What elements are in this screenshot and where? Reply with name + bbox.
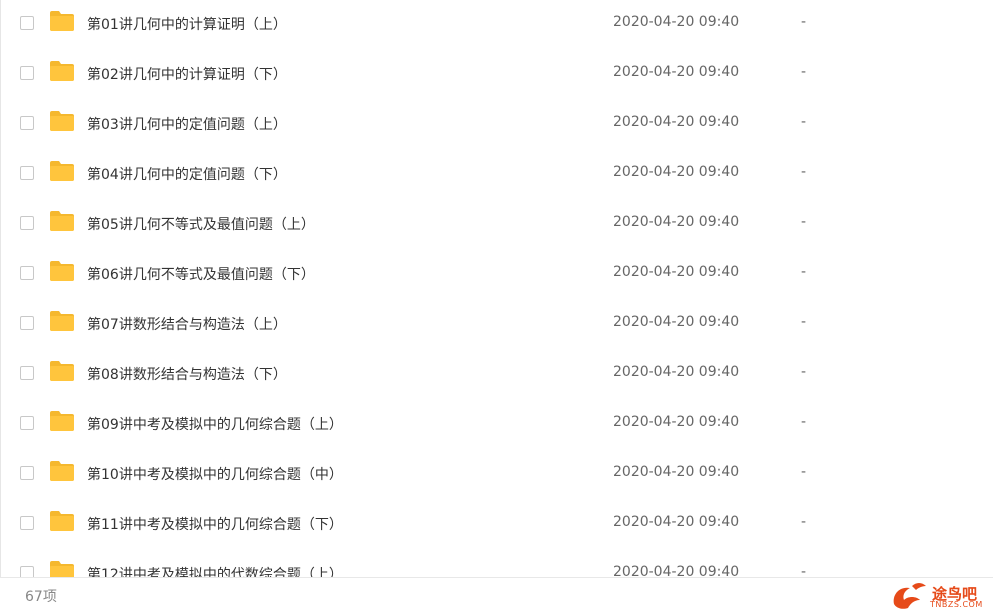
file-name[interactable]: 第12讲中考及模拟中的代数综合题（上） [87,564,343,577]
file-size: - [801,264,807,280]
row-checkbox[interactable] [20,266,34,280]
file-name[interactable]: 第02讲几何中的计算证明（下） [87,64,287,84]
folder-icon [50,211,74,231]
folder-icon [50,261,74,281]
file-modified-date: 2020-04-20 09:40 [613,364,740,380]
file-row[interactable]: 第09讲中考及模拟中的几何综合题（上） 2020-04-20 09:40 - [1,400,993,450]
file-size: - [801,164,807,180]
folder-icon [50,361,74,381]
file-size: - [801,64,807,80]
file-name[interactable]: 第11讲中考及模拟中的几何综合题（下） [87,514,343,534]
file-size: - [801,514,807,530]
file-row[interactable]: 第10讲中考及模拟中的几何综合题（中） 2020-04-20 09:40 - [1,450,993,500]
file-name[interactable]: 第05讲几何不等式及最值问题（上） [87,214,315,234]
row-checkbox[interactable] [20,66,34,80]
file-name[interactable]: 第04讲几何中的定值问题（下） [87,164,287,184]
file-row[interactable]: 第02讲几何中的计算证明（下） 2020-04-20 09:40 - [1,50,993,100]
file-size: - [801,14,807,30]
file-row[interactable]: 第12讲中考及模拟中的代数综合题（上） 2020-04-20 09:40 - [1,550,993,577]
file-size: - [801,314,807,330]
file-size: - [801,414,807,430]
file-name[interactable]: 第09讲中考及模拟中的几何综合题（上） [87,414,343,434]
folder-icon [50,461,74,481]
file-modified-date: 2020-04-20 09:40 [613,514,740,530]
folder-icon [50,311,74,331]
file-modified-date: 2020-04-20 09:40 [613,564,740,577]
watermark-logo: 途鸟吧 TNBZS.COM [888,580,988,612]
bird-logo-icon [893,583,926,609]
file-list: 第01讲几何中的计算证明（上） 2020-04-20 09:40- 第02讲几何中的… [0,0,993,577]
row-checkbox[interactable] [20,316,34,330]
folder-icon [50,11,74,31]
folder-icon [50,411,74,431]
file-size: - [801,364,807,380]
file-row[interactable]: 第06讲几何不等式及最值问题（下） 2020-04-20 09:40 - [1,250,993,300]
file-name[interactable]: 第08讲数形结合与构造法（下） [87,364,287,384]
folder-icon [50,61,74,81]
file-modified-date: 2020-04-20 09:40 [613,214,740,230]
file-row[interactable]: 第11讲中考及模拟中的几何综合题（下） 2020-04-20 09:40 - [1,500,993,550]
folder-icon [50,111,74,131]
row-checkbox[interactable] [20,166,34,180]
file-modified-date: 2020-04-20 09:40 [613,264,740,280]
file-row[interactable]: 第03讲几何中的定值问题（上） 2020-04-20 09:40 - [1,100,993,150]
folder-icon [50,161,74,181]
file-size: - [801,214,807,230]
file-name[interactable]: 第10讲中考及模拟中的几何综合题（中） [87,464,343,484]
file-modified-date: 2020-04-20 09:40 [613,114,740,130]
file-name[interactable]: 第07讲数形结合与构造法（上） [87,314,287,334]
file-row[interactable]: 第04讲几何中的定值问题（下） 2020-04-20 09:40 - [1,150,993,200]
folder-icon [50,511,74,531]
file-modified-date: 2020-04-20 09:40 [613,414,740,430]
file-name[interactable]: 第03讲几何中的定值问题（上） [87,114,287,134]
file-size: - [801,464,807,480]
file-row[interactable]: 第08讲数形结合与构造法（下） 2020-04-20 09:40 - [1,350,993,400]
row-checkbox[interactable] [20,366,34,380]
file-size: - [801,114,807,130]
row-checkbox[interactable] [20,416,34,430]
file-modified-date: 2020-04-20 09:40 [613,314,740,330]
file-modified-date: 2020-04-20 09:40 [613,64,740,80]
status-bar: 67项 途鸟吧 TNBZS.COM [0,577,993,614]
item-count: 67项 [25,589,57,605]
file-modified-date: 2020-04-20 09:40 [613,464,740,480]
row-checkbox[interactable] [20,466,34,480]
file-name[interactable]: 第01讲几何中的计算证明（上） [87,14,287,34]
folder-icon [50,561,74,577]
row-checkbox[interactable] [20,566,34,577]
file-modified-date: 2020-04-20 09:40 [613,164,740,180]
file-size: - [801,564,807,577]
file-row[interactable]: 第01讲几何中的计算证明（上） 2020-04-20 09:40 - [1,0,993,50]
watermark-subtext: TNBZS.COM [930,600,983,609]
file-row[interactable]: 第07讲数形结合与构造法（上） 2020-04-20 09:40 - [1,300,993,350]
file-name[interactable]: 第06讲几何不等式及最值问题（下） [87,264,315,284]
row-checkbox[interactable] [20,216,34,230]
row-checkbox[interactable] [20,516,34,530]
file-row[interactable]: 第05讲几何不等式及最值问题（上） 2020-04-20 09:40 - [1,200,993,250]
row-checkbox[interactable] [20,16,34,30]
row-checkbox[interactable] [20,116,34,130]
file-modified-date: 2020-04-20 09:40 [613,14,740,30]
